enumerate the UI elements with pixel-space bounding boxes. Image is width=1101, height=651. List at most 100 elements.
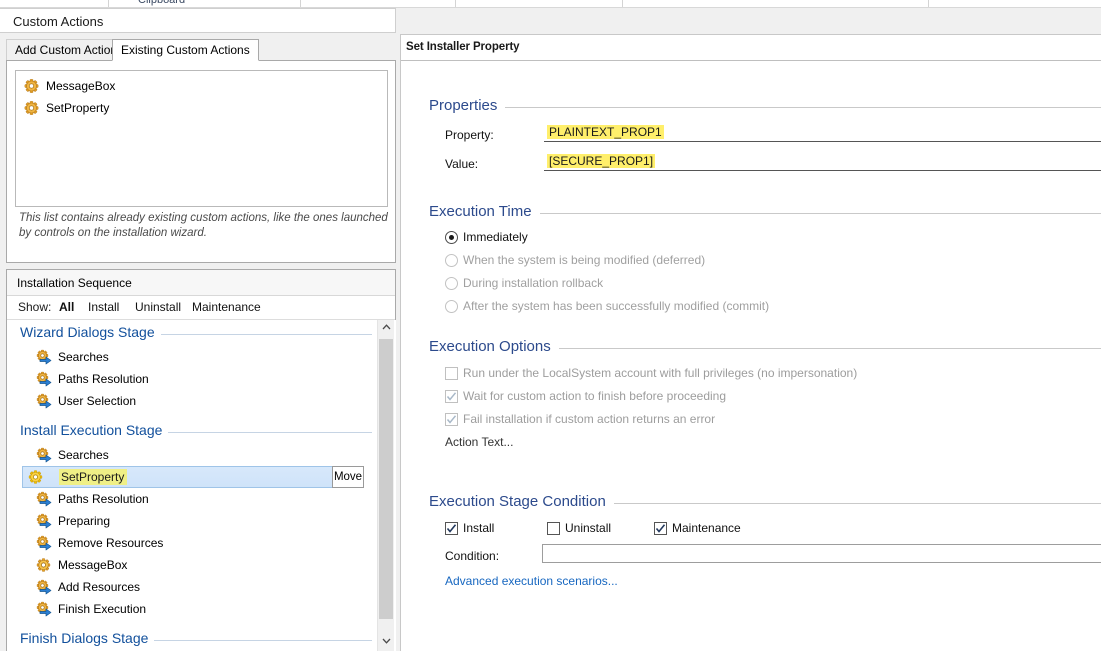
gear-arrow-icon xyxy=(36,447,52,463)
tab-existing-custom-actions[interactable]: Existing Custom Actions xyxy=(112,39,259,61)
gear-arrow-icon xyxy=(36,601,52,617)
list-item-label: SetProperty xyxy=(46,101,110,115)
checkbox-label: Wait for custom action to finish before … xyxy=(463,389,727,403)
tree-item[interactable]: Remove Resources xyxy=(8,532,378,554)
tree-item-label: Finish Execution xyxy=(58,602,147,616)
ribbon-group-label: Clipboard xyxy=(138,0,186,6)
checkbox-icon xyxy=(445,390,458,403)
gear-arrow-icon xyxy=(36,371,52,387)
execution-time-section-label: Execution Time xyxy=(429,203,540,220)
installation-sequence-tree[interactable]: Wizard Dialogs Stage Searches Paths Reso… xyxy=(8,320,396,651)
tree-item-label: SetProperty xyxy=(59,469,128,485)
tree-item[interactable]: Searches xyxy=(8,444,378,466)
tree-stage-header: Finish Dialogs Stage xyxy=(8,628,378,651)
installation-sequence-title: Installation Sequence xyxy=(17,276,132,290)
filter-uninstall[interactable]: Uninstall xyxy=(135,300,181,314)
tree-stage-label: Wizard Dialogs Stage xyxy=(20,324,161,340)
tree-item-label: Searches xyxy=(58,350,109,364)
value-input[interactable]: [SECURE_PROP1] xyxy=(544,153,1101,171)
gear-arrow-icon xyxy=(36,513,52,529)
tree-item-label: Paths Resolution xyxy=(58,372,149,386)
tree-item-selected[interactable]: SetProperty Move xyxy=(22,466,364,488)
scroll-down-arrow[interactable] xyxy=(378,634,394,651)
page-title: Custom Actions xyxy=(13,14,104,29)
action-text-button[interactable]: Action Text... xyxy=(445,435,513,449)
tree-item[interactable]: User Selection xyxy=(8,390,378,412)
advanced-execution-scenarios-link[interactable]: Advanced execution scenarios... xyxy=(445,574,618,588)
tree-item[interactable]: Finish Execution xyxy=(8,598,378,620)
gear-arrow-icon xyxy=(36,349,52,365)
tree-item[interactable]: Preparing xyxy=(8,510,378,532)
property-label: Property: xyxy=(445,128,494,142)
checkbox-label: Run under the LocalSystem account with f… xyxy=(463,366,858,380)
tree-item[interactable]: MessageBox xyxy=(8,554,378,576)
execution-options-section-header: Execution Options xyxy=(429,338,1101,358)
ribbon-clipped-strip: Clipboard xyxy=(0,0,1101,8)
checkbox-label: Uninstall xyxy=(565,521,612,535)
tree-item[interactable]: Add Resources xyxy=(8,576,378,598)
filter-install[interactable]: Install xyxy=(88,300,119,314)
tree-item-label: MessageBox xyxy=(58,558,128,572)
radio-label: Immediately xyxy=(463,230,528,244)
list-hint-text: This list contains already existing cust… xyxy=(19,212,388,239)
checkbox-icon xyxy=(445,413,458,426)
gear-arrow-icon xyxy=(36,393,52,409)
checkbox-icon xyxy=(654,522,667,535)
tree-stage-label: Finish Dialogs Stage xyxy=(20,630,155,646)
list-item[interactable]: MessageBox xyxy=(16,75,387,97)
tree-item[interactable]: Searches xyxy=(8,346,378,368)
tree-stage-header: Wizard Dialogs Stage xyxy=(8,322,378,346)
checkbox-label: Fail installation if custom action retur… xyxy=(463,412,716,426)
gear-icon xyxy=(24,101,39,116)
execution-stage-condition-section-header: Execution Stage Condition xyxy=(429,493,1101,513)
properties-section-label: Properties xyxy=(429,97,506,114)
detail-panel-title: Set Installer Property xyxy=(406,41,520,53)
tree-item-label: Add Resources xyxy=(58,580,141,594)
show-filter-row: Show: All Install Uninstall Maintenance xyxy=(7,296,395,320)
gear-icon xyxy=(36,558,51,573)
filter-maintenance[interactable]: Maintenance xyxy=(192,300,261,314)
scroll-up-arrow[interactable] xyxy=(378,320,394,337)
tree-item[interactable]: Paths Resolution xyxy=(8,488,378,510)
gear-arrow-icon xyxy=(36,491,52,507)
radio-icon xyxy=(445,300,458,313)
list-item[interactable]: SetProperty xyxy=(16,97,387,119)
tree-vertical-scrollbar[interactable] xyxy=(377,320,394,651)
gear-arrow-icon xyxy=(36,579,52,595)
radio-icon xyxy=(445,231,458,244)
properties-section-header: Properties xyxy=(429,97,1101,117)
filter-all[interactable]: All xyxy=(59,300,74,314)
radio-label: After the system has been successfully m… xyxy=(463,299,770,313)
radio-icon xyxy=(445,254,458,267)
detail-panel-title-bar: Set Installer Property xyxy=(401,35,1101,61)
checkbox-icon xyxy=(445,367,458,380)
radio-label: When the system is being modified (defer… xyxy=(463,253,706,267)
tree-item-label: Remove Resources xyxy=(58,536,164,550)
scrollbar-thumb[interactable] xyxy=(379,339,393,619)
tab-add-custom-action[interactable]: Add Custom Action xyxy=(6,39,127,61)
show-label: Show: xyxy=(18,300,52,314)
tabstrip: Add Custom Action Existing Custom Action… xyxy=(6,39,396,61)
custom-actions-listbox[interactable]: MessageBox SetProperty xyxy=(15,70,388,207)
tree-item-label: User Selection xyxy=(58,394,137,408)
tree-stage-header: Install Execution Stage xyxy=(8,420,378,444)
checkbox-icon xyxy=(445,522,458,535)
checkbox-label: Install xyxy=(463,521,495,535)
execution-time-section-header: Execution Time xyxy=(429,203,1101,223)
move-button[interactable]: Move xyxy=(332,466,364,488)
gear-icon xyxy=(24,79,39,94)
condition-input[interactable] xyxy=(542,544,1101,563)
gear-arrow-icon xyxy=(36,535,52,551)
property-input-value: PLAINTEXT_PROP1 xyxy=(547,125,664,139)
checkbox-icon xyxy=(547,522,560,535)
tree-item-label: Searches xyxy=(58,448,109,462)
tree-item[interactable]: Paths Resolution xyxy=(8,368,378,390)
value-label: Value: xyxy=(445,157,479,171)
tree-item-label: Preparing xyxy=(58,514,111,528)
existing-custom-actions-group: MessageBox SetProperty This list contain… xyxy=(6,60,396,263)
tree-item-label: Paths Resolution xyxy=(58,492,149,506)
left-panel: Custom Actions Add Custom Action Existin… xyxy=(0,8,398,651)
property-input[interactable]: PLAINTEXT_PROP1 xyxy=(544,124,1101,142)
detail-panel: Set Installer Property Properties Proper… xyxy=(400,34,1101,651)
list-item-label: MessageBox xyxy=(46,79,116,93)
